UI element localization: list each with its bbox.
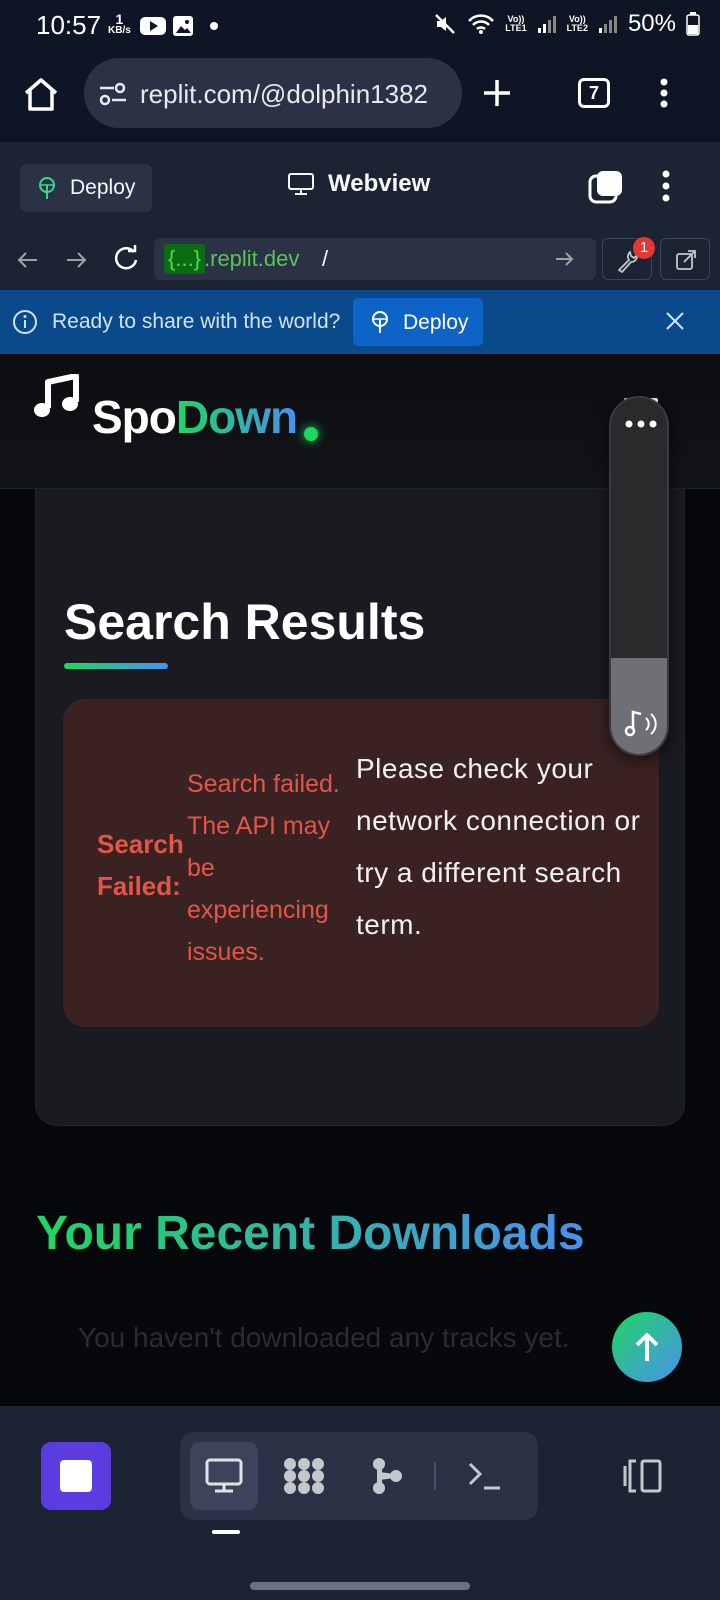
stop-button[interactable] [41, 1442, 111, 1510]
more-icon[interactable] [625, 420, 657, 428]
battery-percent: 50% [627, 10, 676, 37]
replit-header: Deploy Webview [0, 144, 720, 232]
sim2-indicator: Vo)) LTE2 [567, 15, 588, 33]
error-detail: Search failed. The API may be experienci… [187, 770, 340, 966]
status-time: 10:57 [36, 10, 102, 40]
reload-icon[interactable] [112, 244, 140, 272]
mute-icon [433, 12, 457, 36]
banner-deploy-label: Deploy [403, 311, 469, 334]
error-label: Search Failed: [97, 829, 184, 901]
active-tool-indicator [212, 1530, 240, 1534]
youtube-icon [140, 16, 166, 36]
deploy-icon [36, 176, 58, 200]
console-icon[interactable] [466, 1460, 502, 1492]
music-note-icon [34, 374, 80, 422]
arrow-up-icon [633, 1331, 661, 1363]
app-logo[interactable]: SpoDown [92, 390, 298, 444]
status-right: Vo)) LTE1 Vo)) LTE2 50% [433, 10, 700, 38]
gesture-home-bar[interactable] [250, 1582, 470, 1590]
recent-downloads-empty: You haven't downloaded any tracks yet. [78, 1322, 570, 1353]
forward-icon[interactable] [64, 248, 88, 272]
error-help-text: Please check your network connection or … [356, 753, 641, 940]
error-message-box: Search Failed: Search failed. The API ma… [63, 699, 659, 1027]
monitor-icon [205, 1458, 243, 1494]
devtools-badge: 1 [633, 237, 655, 259]
close-icon[interactable] [664, 310, 686, 332]
url-path[interactable]: / [322, 244, 328, 274]
back-icon[interactable] [16, 248, 40, 272]
banner-message: Ready to share with the world? [52, 310, 341, 333]
go-icon[interactable] [554, 250, 574, 268]
new-tab-icon[interactable] [482, 78, 512, 108]
pane-title-text: Webview [328, 170, 431, 197]
webview-address-bar[interactable]: {...} .replit.dev / [154, 238, 596, 280]
url-domain: .replit.dev [204, 246, 300, 271]
media-volume-icon [623, 708, 659, 738]
webview-tool-button[interactable] [190, 1442, 258, 1510]
status-bar: 10:57 1 KB/s Vo)) LTE1 Vo)) LTE2 50% [0, 0, 720, 52]
notification-dot-icon [210, 22, 218, 30]
sim1-indicator: Vo)) LTE1 [505, 15, 526, 33]
recent-downloads-title: Your Recent Downloads [36, 1207, 585, 1260]
scroll-to-top-button[interactable] [612, 1312, 682, 1382]
volume-level-fill [611, 658, 667, 754]
replit-bottom-bar [0, 1406, 720, 1600]
home-icon[interactable] [22, 76, 60, 112]
wifi-icon [467, 13, 495, 35]
tab-switcher-button[interactable]: 7 [578, 78, 610, 108]
signal-1-icon [537, 14, 557, 34]
packages-icon[interactable] [282, 1456, 326, 1496]
search-results-title: Search Results [64, 594, 426, 650]
tool-divider [434, 1462, 436, 1490]
deploy-icon [369, 310, 391, 334]
logo-dot [304, 427, 318, 441]
deploy-button-label: Deploy [70, 176, 136, 199]
external-link-icon [675, 249, 697, 271]
network-speed-value: 1 [115, 11, 124, 27]
pane-title: Webview [328, 170, 430, 198]
signal-2-icon [598, 14, 618, 34]
split-pane-icon[interactable] [622, 1458, 664, 1494]
devtools-button[interactable]: 1 [602, 237, 655, 280]
title-underline [64, 663, 168, 669]
network-speed: 1 KB/s [108, 12, 131, 36]
info-icon [12, 309, 38, 335]
browser-url-text[interactable]: replit.com/@dolphin1382 [140, 79, 452, 110]
tool-switcher [180, 1432, 538, 1520]
pane-menu-icon[interactable] [662, 170, 670, 202]
browser-menu-icon[interactable] [660, 78, 668, 108]
banner-deploy-button[interactable]: Deploy [353, 298, 483, 346]
panes-icon[interactable] [588, 170, 624, 206]
deploy-button[interactable]: Deploy [20, 164, 152, 212]
webview-nav: {...} .replit.dev / 1 [0, 232, 720, 290]
battery-icon [686, 12, 700, 36]
monitor-icon [288, 172, 314, 196]
url-hint: {...} [164, 244, 206, 274]
sim2-lte: LTE2 [566, 23, 588, 33]
gallery-icon [172, 15, 194, 37]
browser-url-bar[interactable]: replit.com/@dolphin1382 [84, 58, 462, 128]
open-new-tab-button[interactable] [660, 238, 710, 280]
browser-toolbar: replit.com/@dolphin1382 7 [0, 52, 720, 144]
deploy-banner: Ready to share with the world? Deploy [0, 290, 720, 354]
search-results-card: Search Results Search Failed: Search fai… [35, 454, 685, 1126]
site-settings-icon[interactable] [98, 82, 128, 106]
logo-down: Down [175, 391, 298, 443]
sim1-lte: LTE1 [505, 23, 527, 33]
network-speed-unit: KB/s [108, 25, 131, 36]
volume-slider[interactable] [609, 396, 669, 756]
stop-icon [60, 1460, 92, 1492]
git-icon[interactable] [370, 1456, 404, 1496]
logo-spo: Spo [92, 391, 177, 443]
